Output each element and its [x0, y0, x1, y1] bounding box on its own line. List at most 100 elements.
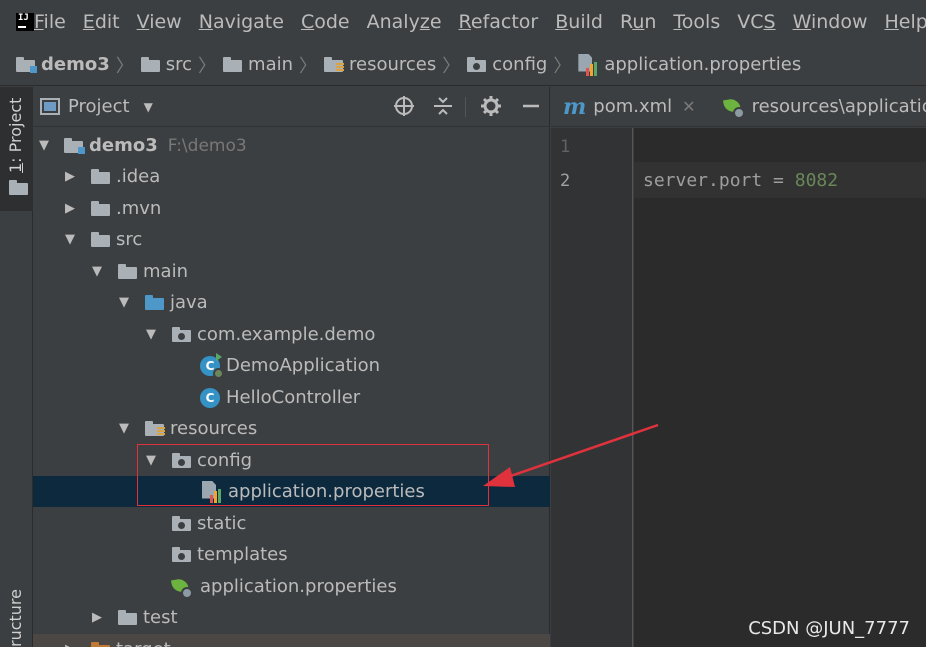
tree-row-src[interactable]: ▼ src: [33, 224, 550, 255]
breadcrumb-application-properties[interactable]: application.properties: [578, 53, 801, 76]
chevron-right-icon: 〉: [299, 55, 318, 77]
expanded-arrow-icon[interactable]: ▼: [117, 421, 131, 436]
menu-build[interactable]: Build: [555, 11, 603, 33]
tree-row-hello-controller[interactable]: C HelloController: [33, 382, 550, 413]
expanded-arrow-icon[interactable]: ▼: [117, 295, 131, 310]
resources-folder-icon: [324, 57, 345, 72]
highlight-box-annotation: [137, 444, 489, 506]
folder-icon: [9, 180, 28, 195]
chevron-right-icon: 〉: [198, 55, 217, 77]
code-editor[interactable]: [634, 128, 926, 647]
package-folder-icon: [172, 516, 191, 531]
line-number: 2: [560, 171, 571, 191]
tree-row-demo3[interactable]: ▼ demo3 F:\demo3: [33, 130, 550, 161]
menu-navigate[interactable]: Navigate: [199, 11, 284, 33]
line-number: 1: [560, 137, 571, 157]
chevron-right-icon: 〉: [115, 55, 134, 77]
editor-gutter: [551, 128, 633, 647]
module-folder-icon: [64, 138, 85, 154]
hide-panel-button[interactable]: [519, 95, 543, 119]
class-icon: C: [200, 387, 220, 408]
menu-analyze[interactable]: Analyze: [367, 11, 442, 33]
header-divider: [465, 97, 466, 117]
crosshair-icon: [394, 96, 414, 116]
resources-folder-icon: [145, 421, 165, 436]
collapsed-arrow-icon[interactable]: ▶: [63, 642, 77, 647]
tree-row-demo-application[interactable]: C DemoApplication: [33, 350, 550, 381]
expanded-arrow-icon[interactable]: ▼: [37, 138, 51, 153]
menu-file[interactable]: File: [34, 11, 66, 33]
close-icon[interactable]: ✕: [682, 97, 695, 116]
breadcrumb-config[interactable]: config: [467, 54, 547, 75]
folder-icon: [91, 232, 110, 247]
menu-view[interactable]: View: [137, 11, 182, 33]
spring-boot-class-icon: C: [200, 352, 224, 379]
menu-bar: IJ File Edit View Navigate Code Analyze Refact…: [0, 0, 926, 44]
folder-icon: [140, 57, 160, 72]
locate-file-button[interactable]: [392, 95, 416, 119]
menu-tools[interactable]: Tools: [673, 11, 720, 33]
expanded-arrow-icon[interactable]: ▼: [144, 327, 158, 342]
tab-pom-xml[interactable]: m pom.xml ✕: [551, 94, 696, 120]
breadcrumb-main[interactable]: main: [223, 54, 293, 75]
gear-icon: [481, 96, 501, 116]
package-folder-icon: [467, 57, 487, 72]
breadcrumb-src[interactable]: src: [140, 54, 192, 75]
excluded-folder-icon: [91, 642, 110, 647]
folder-icon: [118, 610, 137, 625]
module-folder-icon: [16, 57, 37, 73]
tree-row-static[interactable]: static: [33, 508, 550, 539]
menu-edit[interactable]: Edit: [83, 11, 120, 33]
properties-file-icon: [578, 53, 598, 76]
menu-vcs[interactable]: VCS: [737, 11, 775, 33]
expanded-arrow-icon[interactable]: ▼: [63, 232, 77, 247]
project-window-icon: [40, 98, 60, 115]
chevron-down-icon: ▼: [143, 99, 153, 114]
folder-icon: [91, 201, 110, 216]
tree-row-java[interactable]: ▼ java: [33, 287, 550, 318]
tree-row-resources-application-properties[interactable]: application.properties: [33, 571, 550, 602]
menu-run[interactable]: Run: [620, 11, 656, 33]
project-view-selector[interactable]: Project ▼: [40, 96, 153, 117]
editor-tab-bar: m pom.xml ✕ resources\application: [551, 87, 926, 127]
spring-properties-icon: [722, 97, 745, 119]
menu-help[interactable]: Help: [884, 11, 926, 33]
project-panel: Project ▼ ▼ demo3 F:\demo3 ▶ .idea ▶ .mv…: [33, 87, 550, 647]
project-tab-label: 1: Project: [6, 97, 25, 173]
collapsed-arrow-icon[interactable]: ▶: [63, 169, 77, 184]
collapsed-arrow-icon[interactable]: ▶: [63, 201, 77, 216]
settings-button[interactable]: [479, 95, 503, 119]
left-tool-strip: 1: Project ructure: [0, 87, 33, 647]
tree-row-idea[interactable]: ▶ .idea: [33, 161, 550, 192]
project-tool-window-tab[interactable]: 1: Project: [0, 87, 33, 211]
tree-row-mvn[interactable]: ▶ .mvn: [33, 193, 550, 224]
tree-row-templates[interactable]: templates: [33, 539, 550, 570]
menu-refactor[interactable]: Refactor: [459, 11, 539, 33]
package-folder-icon: [172, 327, 191, 342]
tab-resources-application-properties[interactable]: resources\application: [696, 96, 926, 119]
tree-row-target[interactable]: ▶ target: [33, 634, 550, 647]
collapse-all-button[interactable]: [431, 95, 455, 119]
project-panel-header: Project ▼: [33, 87, 550, 127]
navigation-bar: demo3 〉 src 〉 main 〉 resources 〉 config …: [0, 44, 926, 86]
source-folder-icon: [145, 295, 164, 310]
menu-code[interactable]: Code: [301, 11, 350, 33]
code-line-2[interactable]: server.port = 8082: [643, 170, 838, 191]
folder-icon: [91, 169, 110, 184]
tree-row-test[interactable]: ▶ test: [33, 602, 550, 633]
collapsed-arrow-icon[interactable]: ▶: [90, 610, 104, 625]
tree-row-main[interactable]: ▼ main: [33, 256, 550, 287]
minimize-icon: [523, 104, 539, 108]
expanded-arrow-icon[interactable]: ▼: [90, 264, 104, 279]
breadcrumb-resources[interactable]: resources: [324, 54, 436, 75]
menu-window[interactable]: Window: [793, 11, 868, 33]
breadcrumb-demo3[interactable]: demo3: [16, 54, 110, 75]
chevron-right-icon: 〉: [553, 55, 572, 77]
maven-icon: m: [563, 93, 587, 120]
spring-properties-icon: [170, 577, 193, 599]
collapse-all-icon: [434, 97, 452, 115]
structure-tab-label[interactable]: ructure: [6, 589, 25, 647]
folder-icon: [118, 264, 137, 279]
tree-row-package[interactable]: ▼ com.example.demo: [33, 319, 550, 350]
tree-row-resources[interactable]: ▼ resources: [33, 413, 550, 444]
